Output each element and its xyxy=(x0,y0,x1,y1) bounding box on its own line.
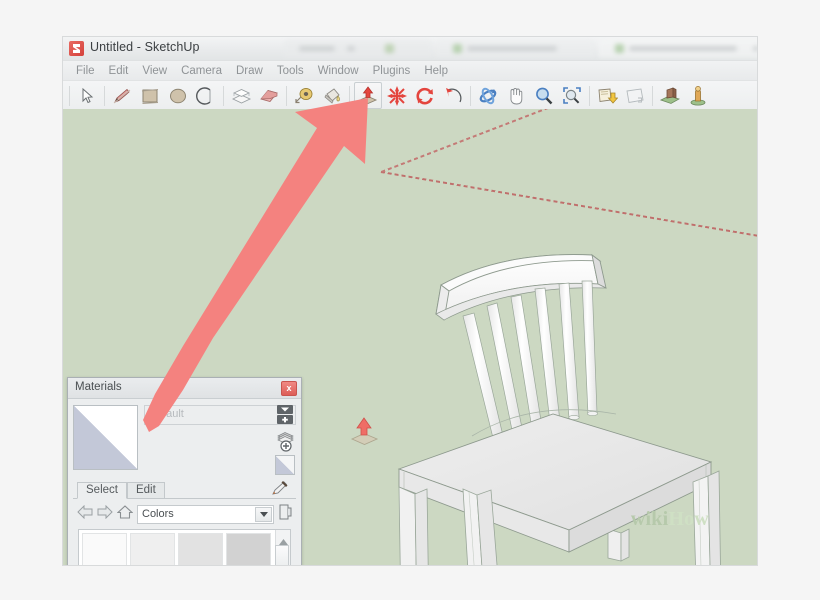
current-material-swatch[interactable] xyxy=(73,405,138,470)
material-swatch xyxy=(82,533,127,565)
chair-seat xyxy=(399,414,711,552)
get-models-icon[interactable] xyxy=(657,83,683,108)
arc-icon[interactable] xyxy=(193,83,219,108)
materials-panel[interactable]: Materials x Default xyxy=(67,377,302,565)
toolbar-separator xyxy=(470,86,471,106)
menu-window[interactable]: Window xyxy=(311,64,366,78)
menu-camera[interactable]: Camera xyxy=(174,64,229,78)
circle-icon[interactable] xyxy=(165,83,191,108)
materials-tabs: Select Edit xyxy=(73,480,296,499)
screenshot-canvas: Untitled - SketchUp File Edit View Camer… xyxy=(0,0,820,600)
window-title-bar: Untitled - SketchUp xyxy=(63,37,757,61)
toolbar-separator xyxy=(286,86,287,106)
back-arrow-icon[interactable] xyxy=(77,505,93,524)
pushpull-box-icon[interactable] xyxy=(228,83,254,108)
forward-arrow-icon[interactable] xyxy=(97,505,113,524)
eyedropper-icon[interactable] xyxy=(270,479,290,502)
menu-tools[interactable]: Tools xyxy=(270,64,311,78)
orbit-icon[interactable] xyxy=(475,83,501,108)
follow-me-icon[interactable] xyxy=(440,83,466,108)
move-icon[interactable] xyxy=(384,83,410,108)
menu-file[interactable]: File xyxy=(69,64,102,78)
material-swatch xyxy=(178,533,223,565)
chair-leg-rear-right xyxy=(608,529,629,561)
materials-navigation: Colors xyxy=(73,499,296,526)
zoom-extents-icon[interactable] xyxy=(559,83,585,108)
scrollbar-thumb[interactable] xyxy=(275,545,289,565)
pan-hand-icon[interactable] xyxy=(503,83,529,108)
materials-side-buttons xyxy=(274,405,296,475)
toolbar-separator xyxy=(349,86,350,106)
toolbar-separator xyxy=(69,86,70,106)
material-swatch xyxy=(226,533,271,565)
sketchup-application-window: Untitled - SketchUp File Edit View Camer… xyxy=(63,37,757,565)
menu-bar: File Edit View Camera Draw Tools Window … xyxy=(63,61,757,81)
add-to-model-button[interactable] xyxy=(276,430,294,450)
position-camera-icon[interactable] xyxy=(685,83,711,108)
sketchup-logo-icon xyxy=(69,41,84,56)
menu-edit[interactable]: Edit xyxy=(102,64,136,78)
eraser-icon[interactable] xyxy=(256,83,282,108)
materials-panel-title: Materials xyxy=(75,381,122,393)
details-icon[interactable] xyxy=(278,504,292,525)
tape-measure-icon[interactable] xyxy=(291,83,317,108)
zoom-magnifier-icon[interactable] xyxy=(531,83,557,108)
previous-view-icon[interactable] xyxy=(594,83,620,108)
tab-select[interactable]: Select xyxy=(77,482,127,499)
toolbar-separator xyxy=(652,86,653,106)
select-arrow-icon[interactable] xyxy=(74,83,100,108)
chevron-down-icon[interactable] xyxy=(255,507,272,522)
close-icon[interactable]: x xyxy=(281,381,297,396)
toolbar-separator xyxy=(223,86,224,106)
line-pencil-icon[interactable] xyxy=(109,83,135,108)
wikihow-watermark: wikiHow xyxy=(631,508,709,531)
material-library-value: Colors xyxy=(138,508,174,520)
chair-leg-left-rear-lower xyxy=(399,487,429,565)
menu-help[interactable]: Help xyxy=(417,64,455,78)
menu-view[interactable]: View xyxy=(135,64,174,78)
rotate-icon[interactable] xyxy=(412,83,438,108)
material-swatch-grid[interactable] xyxy=(78,529,291,565)
next-view-icon[interactable] xyxy=(622,83,648,108)
paint-bucket-icon[interactable] xyxy=(319,83,345,108)
window-title: Untitled - SketchUp xyxy=(90,40,200,54)
pushpull-cursor xyxy=(347,415,381,454)
rectangle-icon[interactable] xyxy=(137,83,163,108)
main-toolbar xyxy=(63,81,757,111)
material-swatch xyxy=(130,533,175,565)
material-preview-row: Default xyxy=(73,405,296,475)
menu-draw[interactable]: Draw xyxy=(229,64,270,78)
tab-edit[interactable]: Edit xyxy=(127,482,165,499)
swatch-grid-scrollbar[interactable] xyxy=(275,530,290,565)
materials-panel-title-bar: Materials x xyxy=(68,378,301,399)
menu-plugins[interactable]: Plugins xyxy=(366,64,418,78)
secondary-swatch[interactable] xyxy=(275,455,295,475)
watermark-how: How xyxy=(668,508,709,530)
home-icon[interactable] xyxy=(117,505,133,524)
watermark-wiki: wiki xyxy=(631,508,668,530)
pushpull-arrow-icon[interactable] xyxy=(354,82,382,109)
material-library-dropdown[interactable]: Colors xyxy=(137,505,274,524)
toolbar-separator xyxy=(104,86,105,106)
materials-panel-body: Default xyxy=(68,399,301,565)
create-material-button[interactable] xyxy=(276,405,294,425)
sketchup-viewport[interactable]: wikiHow Materials x Default xyxy=(63,109,757,565)
chair-spindles xyxy=(463,281,598,443)
toolbar-separator xyxy=(589,86,590,106)
